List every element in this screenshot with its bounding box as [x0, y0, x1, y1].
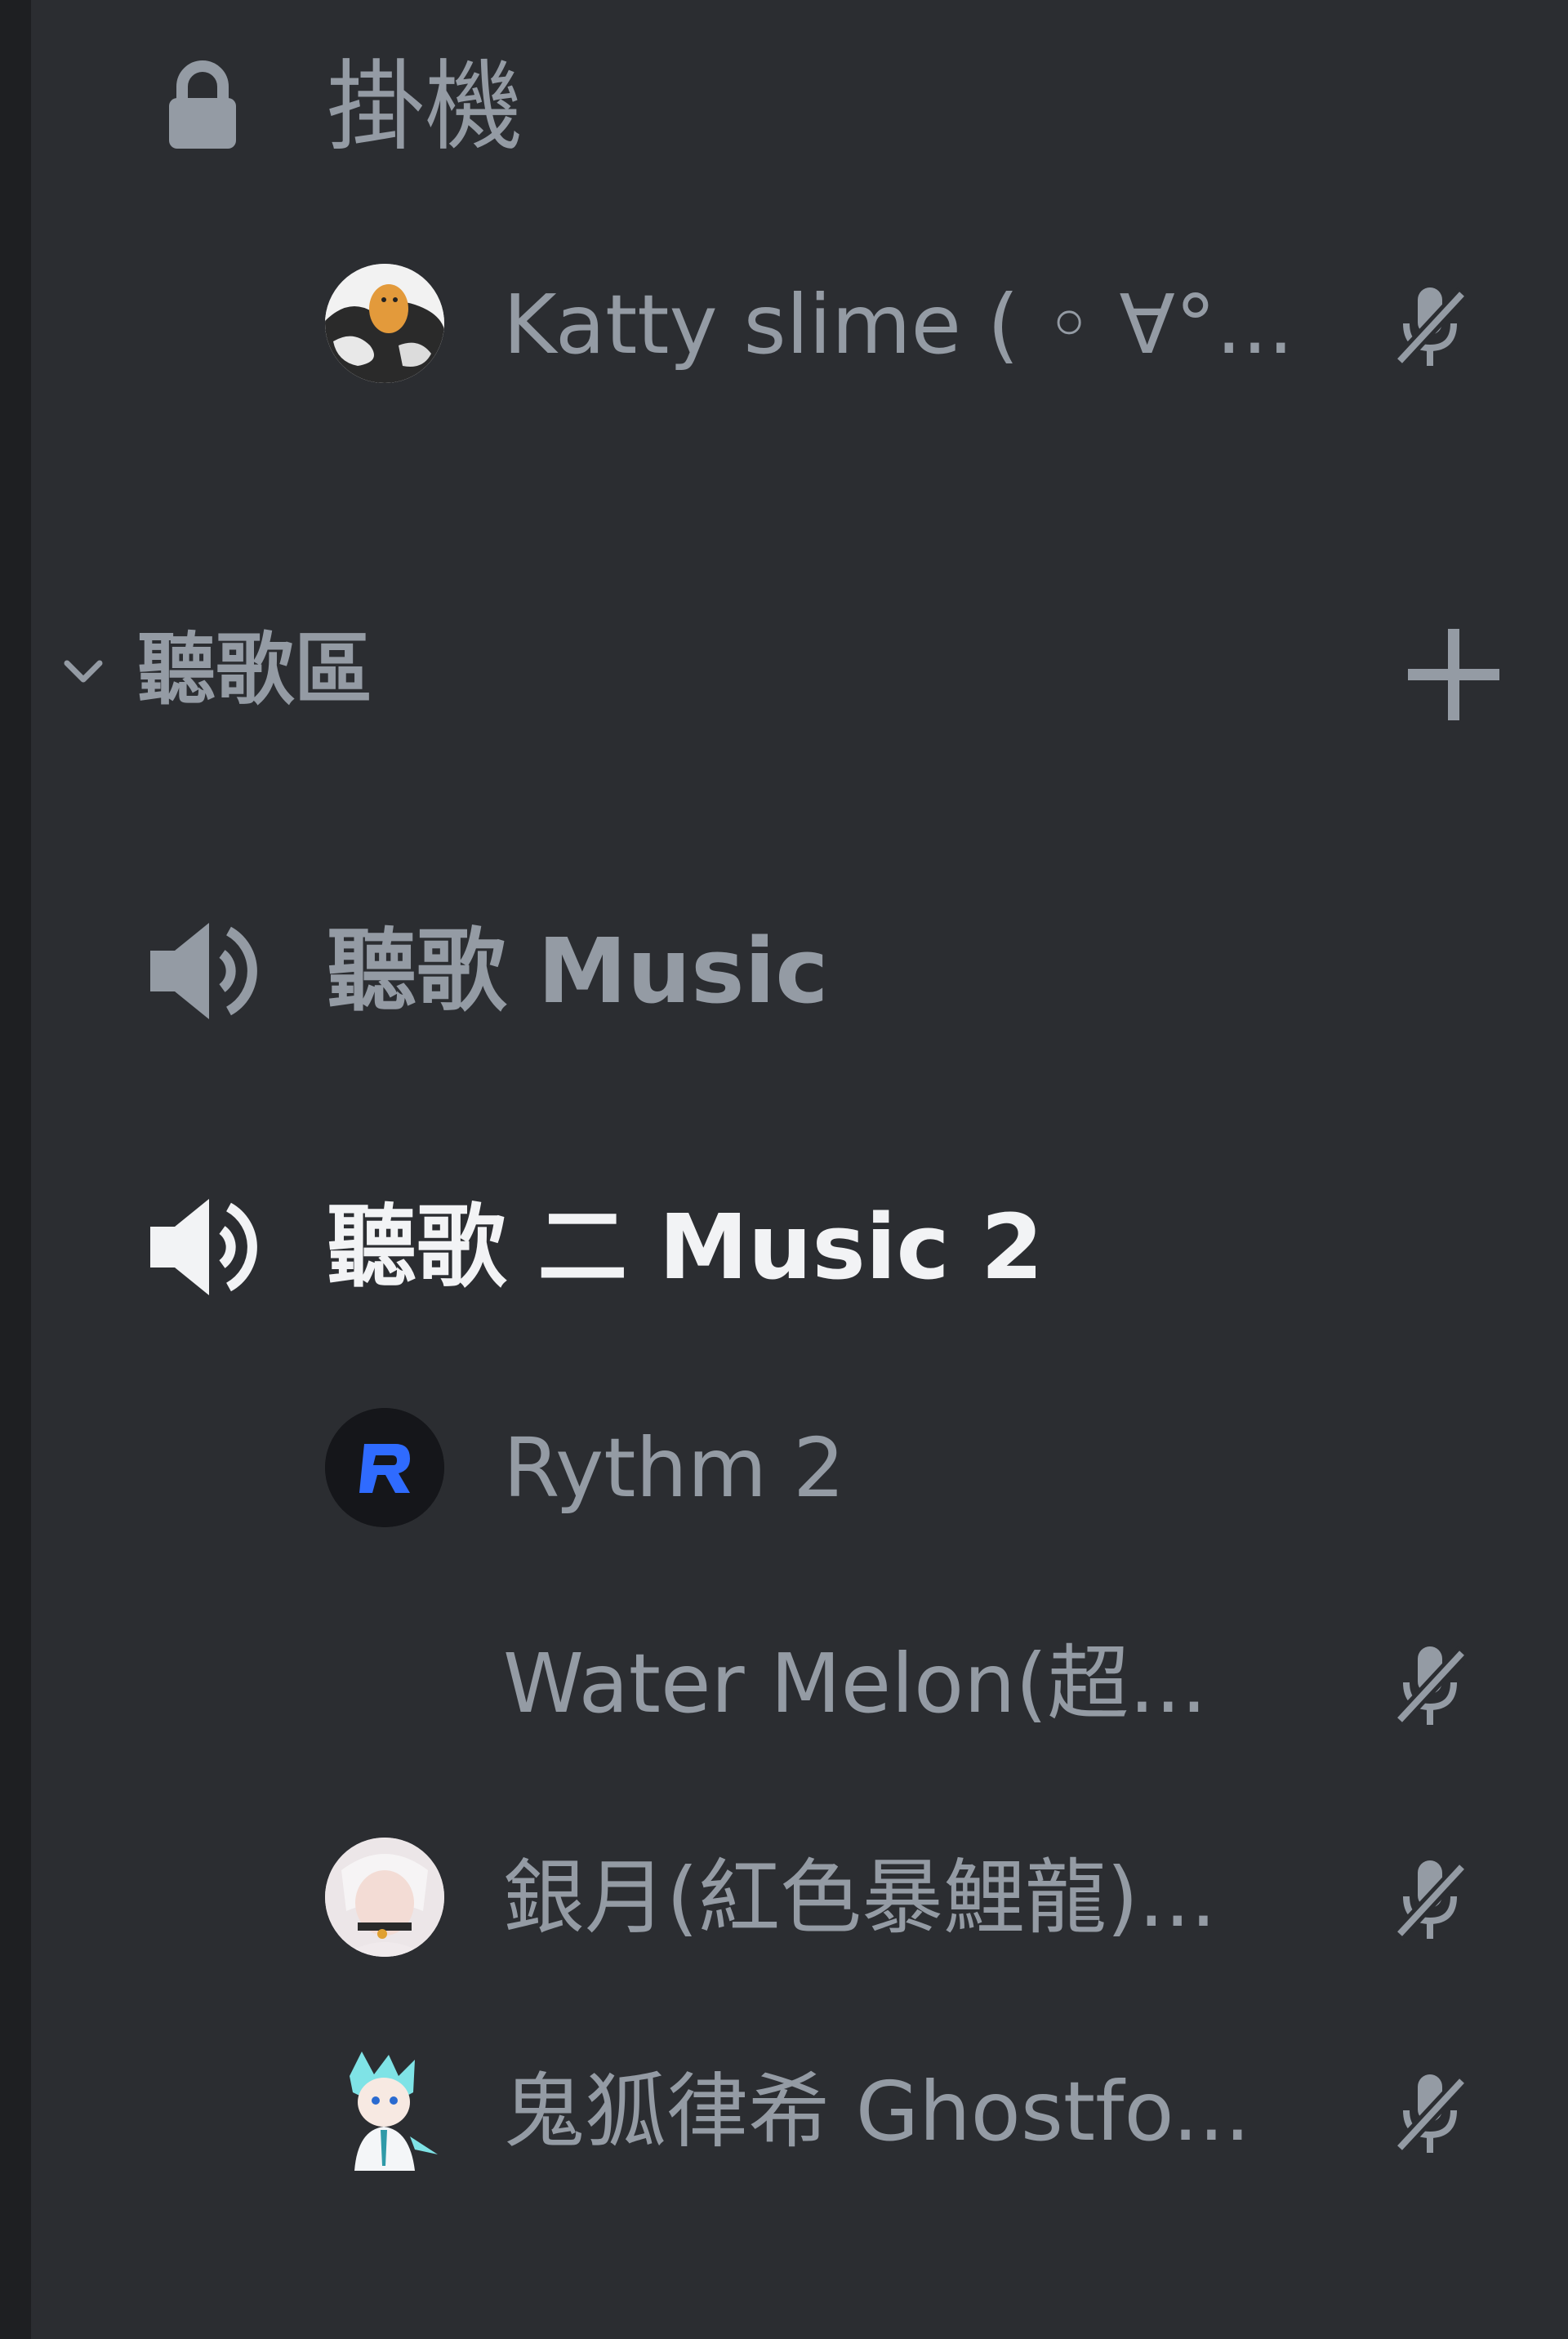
mic-muted-icon	[1385, 1854, 1475, 1944]
mic-muted-icon	[1385, 2068, 1475, 2158]
speaker-icon	[147, 1196, 261, 1299]
plus-icon[interactable]	[1405, 626, 1503, 724]
member-name: Katty slime ( ◦ ∀°...	[503, 277, 1294, 372]
avatar[interactable]	[325, 264, 444, 383]
member-name: 銀月(紅色暴鯉龍)...	[503, 1850, 1217, 1945]
avatar[interactable]	[325, 1838, 444, 1957]
member-name: Water Melon(超...	[503, 1636, 1207, 1731]
mic-muted-icon	[1385, 1640, 1475, 1730]
lock-icon	[167, 59, 238, 150]
mic-muted-icon	[1385, 281, 1475, 371]
channel-afk-name: 掛機	[327, 51, 523, 164]
member-name: Rythm 2	[503, 1420, 845, 1516]
member-name: 鬼狐律希 Ghostfo...	[503, 2064, 1251, 2159]
avatar[interactable]	[325, 2052, 444, 2171]
speaker-icon	[147, 920, 261, 1022]
category-name: 聽歌區	[137, 624, 372, 715]
avatar[interactable]	[325, 1408, 444, 1527]
channel-music2-name: 聽歌 二 Music 2	[327, 1195, 1044, 1299]
voice-member-rythm[interactable]	[318, 1406, 1494, 1529]
channel-music-name: 聽歌 Music	[327, 919, 829, 1023]
chevron-down-icon[interactable]	[62, 655, 105, 688]
